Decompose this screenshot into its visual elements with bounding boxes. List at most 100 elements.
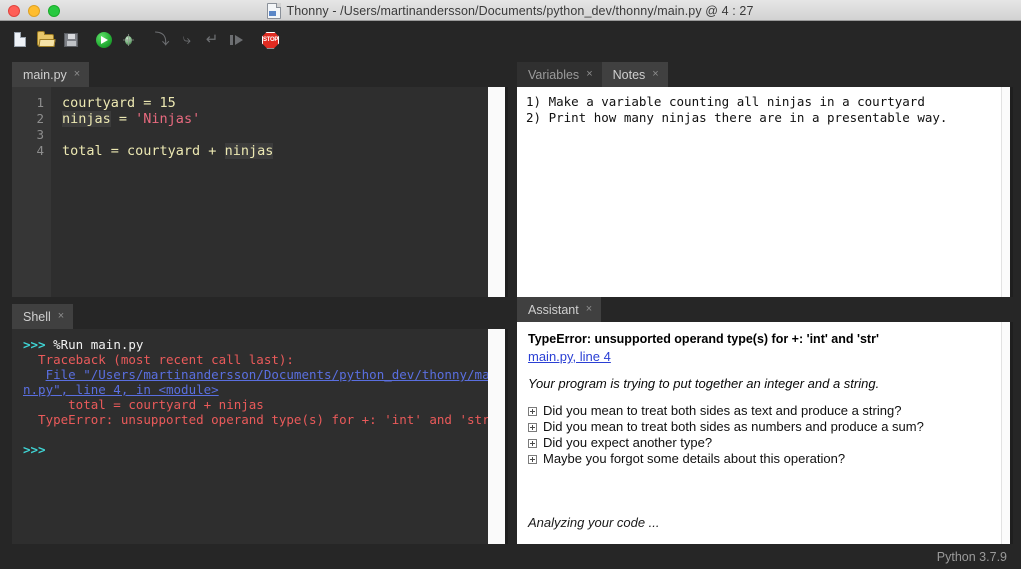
code-line: total = courtyard + ninjas (62, 143, 274, 159)
close-icon[interactable]: × (652, 69, 658, 80)
shell-error-text (23, 367, 46, 382)
code-token: = (110, 111, 136, 127)
suggestion-label: Maybe you forgot some details about this… (543, 451, 846, 466)
run-script-button[interactable] (94, 29, 114, 51)
expand-plus-icon[interactable] (528, 407, 537, 416)
step-out-icon: ↵ (205, 30, 219, 48)
assistant-panel: Assistant × TypeError: unsupported opera… (517, 297, 1013, 544)
shell-body[interactable]: >>> %Run main.py Traceback (most recent … (12, 329, 508, 544)
document-icon (267, 2, 282, 19)
shell-tabstrip: Shell × (12, 304, 74, 329)
debug-script-button[interactable] (119, 29, 139, 51)
shell-line: Traceback (most recent call last): (23, 352, 488, 367)
code-token: courtyard = 15 (62, 95, 176, 111)
window-title-group: Thonny - /Users/martinandersson/Document… (0, 0, 1021, 21)
step-over-button[interactable]: ⤵ (152, 29, 172, 51)
expand-plus-icon[interactable] (528, 455, 537, 464)
editor-body[interactable]: 1 2 3 4 courtyard = 15 ninjas = 'Ninjas'… (12, 87, 508, 297)
shell-prompt: >>> (23, 442, 46, 457)
assistant-content: TypeError: unsupported operand type(s) f… (517, 322, 1001, 544)
expand-plus-icon[interactable] (528, 423, 537, 432)
shell-error-text: TypeError: unsupported operand type(s) f… (23, 412, 498, 427)
shell-scrollbar-trough (505, 329, 508, 544)
tab-assistant[interactable]: Assistant × (517, 297, 602, 322)
assistant-body: TypeError: unsupported operand type(s) f… (517, 322, 1013, 544)
notes-text-area[interactable]: 1) Make a variable counting all ninjas i… (517, 87, 1001, 297)
assistant-error-title: TypeError: unsupported operand type(s) f… (528, 332, 879, 346)
editor-line-number-gutter: 1 2 3 4 (12, 87, 51, 297)
resume-button[interactable] (227, 29, 247, 51)
shell-line: TypeError: unsupported operand type(s) f… (23, 412, 497, 427)
tab-label: Notes (612, 67, 646, 82)
shell-line: File "/Users/martinandersson/Documents/p… (23, 367, 498, 382)
shell-file-link[interactable]: n.py", line 4, in <module> (23, 382, 219, 397)
shell-command: %Run main.py (53, 337, 144, 352)
code-token: total = courtyard + (62, 143, 225, 159)
shell-line: >>> %Run main.py (23, 337, 488, 352)
assistant-description: Your program is trying to put together a… (528, 376, 880, 391)
code-line: ninjas = 'Ninjas' (62, 111, 200, 127)
new-file-icon (14, 31, 26, 47)
notes-scrollbar-trough (1010, 87, 1013, 297)
assistant-status-text: Analyzing your code ... (528, 515, 660, 530)
editor-panel: main.py × 1 2 3 4 courtyard = 15 ninjas … (12, 62, 508, 297)
tab-shell[interactable]: Shell × (12, 304, 74, 329)
step-into-icon: ⤷ (182, 30, 192, 48)
notes-panel: Variables × Notes × 1) Make a variable c… (517, 62, 1013, 297)
maximize-window-button[interactable] (48, 4, 60, 17)
status-bar: Python 3.7.9 (0, 544, 1021, 569)
notes-tabstrip: Variables × Notes × (517, 62, 668, 87)
close-icon[interactable]: × (586, 304, 592, 315)
close-icon[interactable]: × (74, 69, 80, 80)
tab-main-py[interactable]: main.py × (12, 62, 90, 87)
code-token-string: 'Ninjas' (135, 111, 201, 127)
assistant-suggestion-item[interactable]: Did you mean to treat both sides as numb… (528, 419, 991, 435)
line-number: 1 (36, 95, 44, 110)
assistant-scrollbar-trough (1010, 322, 1013, 544)
resume-icon (230, 34, 244, 45)
code-token-highlighted: ninjas (62, 111, 111, 127)
assistant-suggestion-list: Did you mean to treat both sides as text… (528, 403, 991, 467)
traffic-light-group (8, 0, 60, 21)
step-over-icon: ⤵ (154, 30, 170, 48)
close-window-button[interactable] (8, 4, 20, 17)
close-icon[interactable]: × (586, 69, 592, 80)
code-text-area[interactable]: courtyard = 15 ninjas = 'Ninjas' total =… (51, 87, 488, 297)
close-icon[interactable]: × (58, 311, 64, 322)
stop-button[interactable]: STOP (260, 29, 280, 51)
notes-vertical-scrollbar[interactable] (1001, 87, 1010, 297)
shell-vertical-scrollbar[interactable] (488, 329, 505, 544)
tab-label: Variables (528, 67, 580, 82)
debug-bug-icon (123, 33, 134, 46)
notes-body[interactable]: 1) Make a variable counting all ninjas i… (517, 87, 1013, 297)
suggestion-label: Did you mean to treat both sides as text… (543, 403, 902, 418)
tab-label: main.py (23, 67, 67, 82)
save-floppy-icon (64, 32, 78, 47)
minimize-window-button[interactable] (28, 4, 40, 17)
open-folder-icon (37, 30, 54, 46)
save-file-button[interactable] (61, 29, 81, 51)
assistant-suggestion-item[interactable]: Did you expect another type? (528, 435, 991, 451)
new-file-button[interactable] (11, 29, 31, 51)
tab-variables[interactable]: Variables × (517, 62, 602, 87)
assistant-suggestion-item[interactable]: Maybe you forgot some details about this… (528, 451, 991, 467)
assistant-tabstrip: Assistant × (517, 297, 602, 322)
editor-scrollbar-trough (505, 87, 508, 297)
shell-file-link[interactable]: File "/Users/martinandersson/Documents/p… (46, 367, 498, 382)
line-number: 2 (36, 111, 44, 126)
step-out-button[interactable]: ↵ (202, 29, 222, 51)
shell-output[interactable]: >>> %Run main.py Traceback (most recent … (12, 329, 498, 544)
suggestion-label: Did you mean to treat both sides as numb… (543, 419, 924, 434)
assistant-suggestion-item[interactable]: Did you mean to treat both sides as text… (528, 403, 991, 419)
shell-panel: Shell × >>> %Run main.py Traceback (most… (12, 304, 508, 544)
assistant-vertical-scrollbar[interactable] (1001, 322, 1010, 544)
python-version-label: Python 3.7.9 (936, 549, 1007, 564)
step-into-button[interactable]: ⤷ (177, 29, 197, 51)
open-file-button[interactable] (36, 29, 56, 51)
shell-line: total = courtyard + ninjas (23, 397, 488, 412)
expand-plus-icon[interactable] (528, 439, 537, 448)
editor-vertical-scrollbar[interactable] (488, 87, 505, 297)
window-titlebar: Thonny - /Users/martinandersson/Document… (0, 0, 1021, 21)
tab-notes[interactable]: Notes × (601, 62, 668, 87)
assistant-error-link[interactable]: main.py, line 4 (528, 348, 611, 366)
